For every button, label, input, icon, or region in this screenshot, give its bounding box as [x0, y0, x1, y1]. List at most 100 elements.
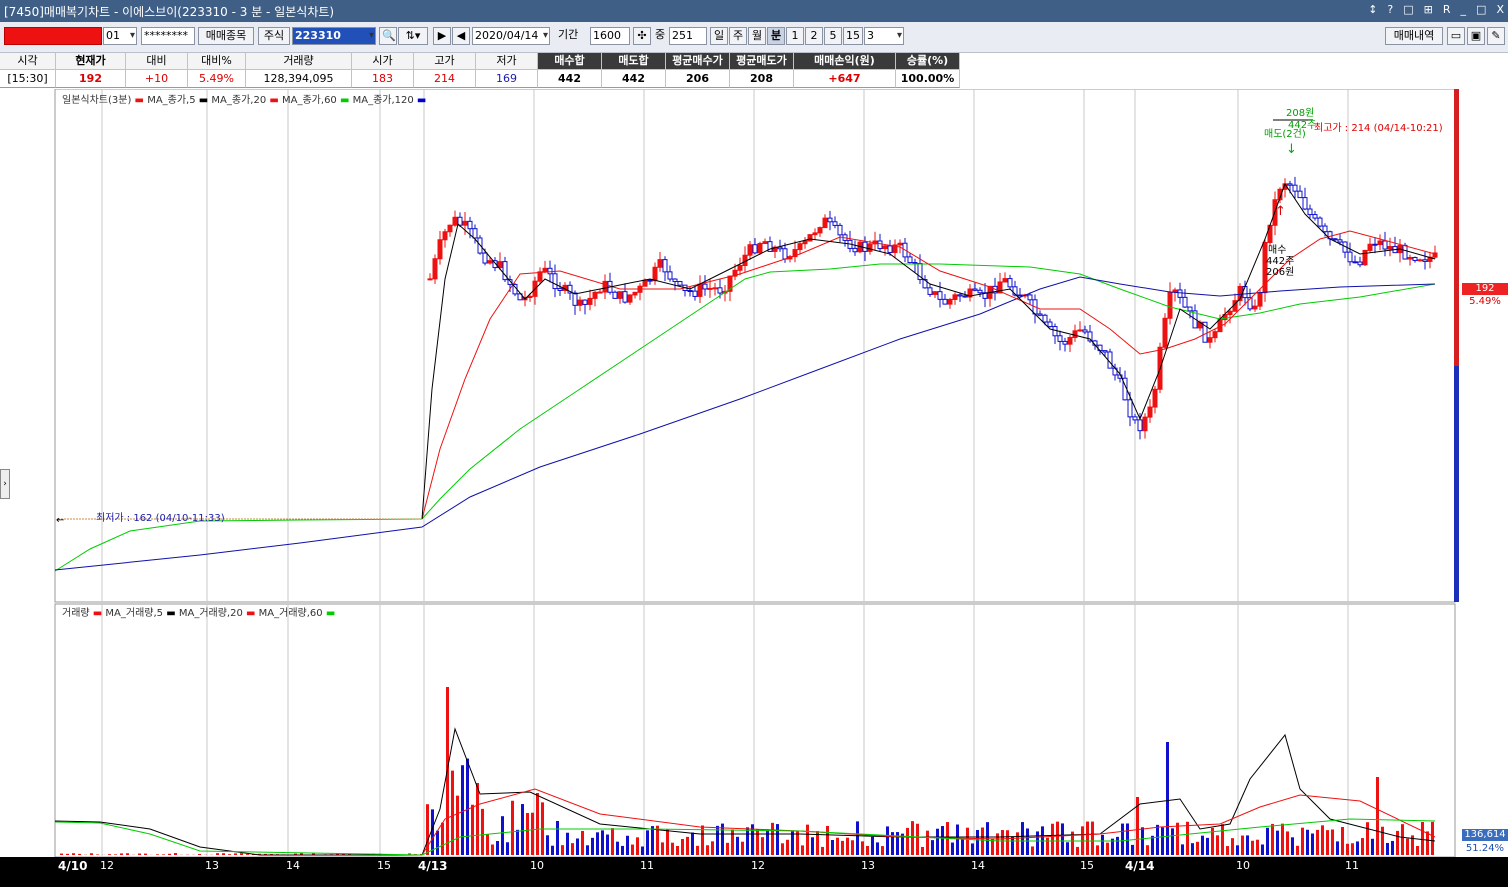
chart-area[interactable]: ← ↓ ↑ 일본식차트(3분) ▬ MA_종가,5 ▬ MA_종가,20 ▬ MA_… — [0, 88, 1508, 858]
volume-bar — [661, 842, 664, 855]
volume-bar — [1166, 742, 1169, 855]
volume-bar — [1356, 841, 1359, 855]
minute-2-button[interactable]: 2 — [805, 27, 823, 45]
minute-15-button[interactable]: 15 — [843, 27, 863, 45]
close-button[interactable]: X — [1496, 3, 1504, 16]
volume-bar — [511, 800, 514, 855]
password-field[interactable]: ******** — [141, 27, 195, 45]
volume-bar — [921, 846, 924, 855]
volume-bar — [1196, 841, 1199, 855]
candle-body — [1412, 257, 1418, 261]
volume-bar — [501, 816, 504, 855]
volume-bar — [866, 845, 869, 855]
period-label: 기간 — [558, 28, 579, 41]
account-suffix-select[interactable]: 01 — [103, 27, 137, 45]
volume-bar — [481, 808, 484, 855]
candle-body — [737, 265, 743, 271]
candle-body — [1312, 214, 1318, 219]
price-chart[interactable]: ← ↓ ↑ — [0, 88, 1508, 858]
header-avg-buy: 평균매수가 — [666, 53, 730, 70]
trade-history-button[interactable]: 매매내역 — [1385, 27, 1443, 45]
market-button[interactable]: 주식 — [258, 27, 290, 45]
volume-bar — [451, 770, 454, 855]
minute-select[interactable]: 3 — [864, 27, 904, 45]
next-arrow-icon[interactable]: ▶ — [433, 27, 451, 45]
candle-body — [577, 299, 583, 306]
volume-bar — [871, 836, 874, 855]
candle-body — [547, 267, 553, 275]
value-winrate: 100.00% — [896, 70, 960, 88]
tile-icon[interactable]: □ — [1403, 3, 1413, 16]
period-day-button[interactable]: 일 — [710, 27, 728, 45]
trade-items-button[interactable]: 매매종목 — [198, 27, 254, 45]
candle-body — [1037, 313, 1043, 316]
period-input[interactable]: 1600 — [590, 27, 630, 45]
period-week-button[interactable]: 주 — [729, 27, 747, 45]
minute-1-button[interactable]: 1 — [786, 27, 804, 45]
price-legend-item: MA_종가,60 ▬ — [282, 95, 353, 106]
minute-5-button[interactable]: 5 — [824, 27, 842, 45]
volume-bar — [606, 834, 609, 855]
save-icon[interactable]: ▣ — [1467, 27, 1485, 45]
count-input[interactable]: 251 — [669, 27, 707, 45]
candle-body — [752, 244, 758, 254]
volume-bar — [156, 854, 159, 855]
period-minute-button[interactable]: 분 — [767, 27, 785, 45]
volume-bar — [621, 845, 624, 855]
sell-count-label: 매도(2건) — [1264, 129, 1306, 140]
volume-bar — [1261, 844, 1264, 855]
volume-bar — [496, 841, 499, 855]
candle-body — [707, 287, 713, 290]
volume-bar — [1256, 839, 1259, 855]
volume-bar — [711, 841, 714, 855]
volume-bar — [108, 854, 111, 855]
account-number-field[interactable] — [4, 27, 102, 45]
pin-icon[interactable]: ↕ — [1368, 3, 1377, 16]
volume-bar — [781, 843, 784, 855]
minimize-button[interactable]: _ — [1461, 3, 1467, 16]
refresh-icon[interactable]: R — [1443, 3, 1451, 16]
maximize-button[interactable]: □ — [1476, 3, 1486, 16]
volume-bar — [561, 845, 564, 855]
volume-bar — [536, 793, 539, 855]
volume-bar — [706, 845, 709, 855]
axis-label: 14 — [971, 859, 985, 872]
volume-bar — [546, 835, 549, 855]
sort-icon[interactable]: ⇅▾ — [398, 27, 428, 45]
volume-bar — [976, 830, 979, 855]
volume-bar — [216, 853, 219, 855]
volume-bar — [162, 854, 165, 855]
folder-icon[interactable]: ▭ — [1447, 27, 1465, 45]
candle-body — [797, 243, 803, 251]
search-icon[interactable]: 🔍 — [379, 27, 397, 45]
volume-bar — [796, 831, 799, 855]
period-month-button[interactable]: 월 — [748, 27, 766, 45]
candle-body — [1367, 243, 1373, 251]
candle-body — [697, 283, 703, 297]
candle-body — [1322, 225, 1328, 233]
candle-body — [937, 291, 943, 300]
code-input[interactable]: 223310 — [292, 27, 376, 45]
candle-body — [1027, 294, 1033, 301]
candle-body — [557, 288, 563, 291]
volume-bar — [786, 839, 789, 855]
prev-arrow-icon[interactable]: ◀ — [452, 27, 470, 45]
wrench-icon[interactable]: ✎ — [1487, 27, 1505, 45]
candle-body — [1047, 321, 1053, 328]
volume-bar — [671, 842, 674, 855]
grid-icon[interactable]: ⊞ — [1424, 3, 1433, 16]
candle-body — [712, 287, 718, 290]
volume-pct-tag: 51.24% — [1465, 843, 1505, 854]
volume-bar — [1131, 844, 1134, 855]
date-picker[interactable]: 2020/04/14 — [472, 27, 550, 45]
settings-icon[interactable]: ✣ — [633, 27, 651, 45]
candle-body — [907, 256, 913, 264]
volume-bar — [526, 812, 529, 855]
value-buy-sum: 442 — [538, 70, 602, 88]
volume-bar — [1336, 841, 1339, 855]
candle-body — [1077, 329, 1083, 332]
volume-bar — [1161, 827, 1164, 855]
panel-expand-icon[interactable]: › — [0, 469, 10, 499]
help-icon[interactable]: ? — [1387, 3, 1393, 16]
header-high: 고가 — [414, 53, 476, 70]
